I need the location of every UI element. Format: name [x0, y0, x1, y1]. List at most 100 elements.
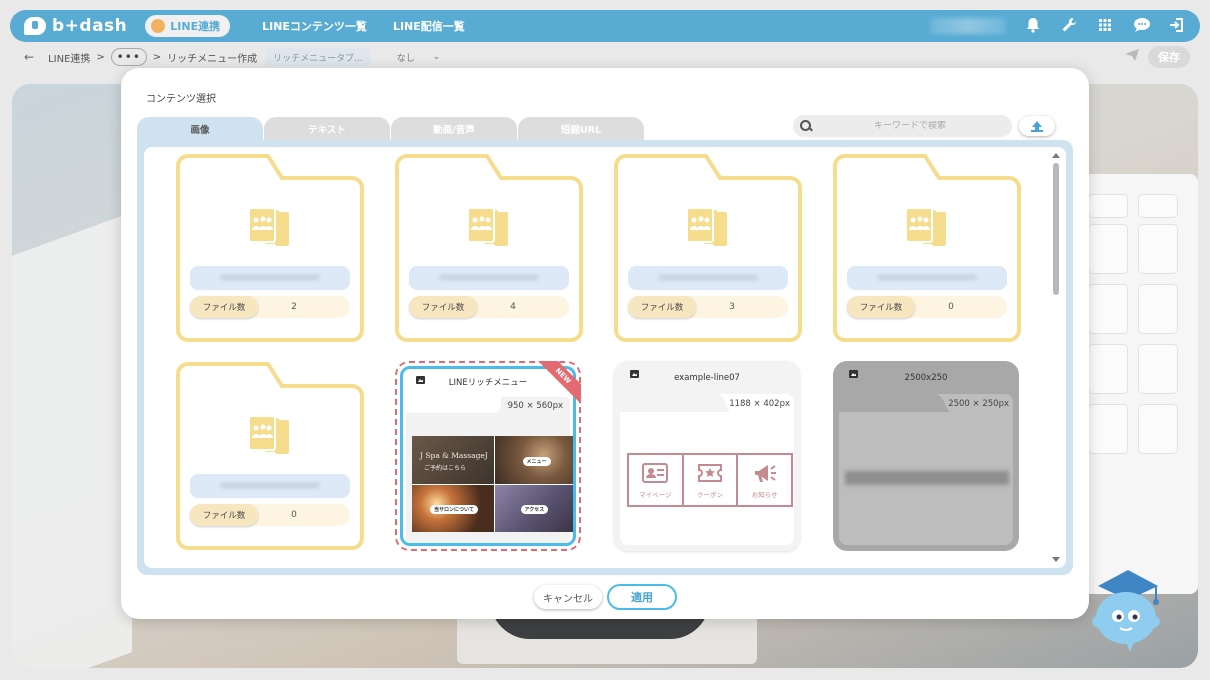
line-pill-label: LINE連携	[170, 20, 221, 33]
file-count-label: ファイル数	[628, 296, 696, 318]
image-title: example-line07	[674, 373, 740, 383]
tab-short-url[interactable]: 短縮URL	[518, 117, 644, 140]
image-folder-icon	[686, 207, 727, 246]
file-count-label: ファイル数	[190, 504, 258, 526]
keyboard-key	[1088, 404, 1128, 454]
logo-icon	[24, 17, 46, 35]
background-keyboard	[1078, 174, 1198, 594]
chat-icon[interactable]	[1132, 16, 1150, 34]
breadcrumb-more-button[interactable]: •••	[110, 48, 147, 66]
tab-text[interactable]: テキスト	[264, 117, 390, 140]
back-arrow-icon[interactable]: ←	[24, 50, 34, 64]
upload-icon-base	[1031, 130, 1043, 132]
image-card[interactable]: example-line07 1188 × 402px マイページ クーポン お…	[614, 361, 800, 551]
richmenu-preview: マイページ クーポン お知らせ	[627, 453, 793, 507]
image-card[interactable]: 2500x250 2500 × 250px	[833, 361, 1019, 551]
send-icon[interactable]	[1124, 48, 1140, 66]
image-title: LINEリッチメニュー	[448, 378, 528, 388]
tab-video-audio[interactable]: 動画/音声	[391, 117, 517, 140]
image-dimensions: 2500 × 250px	[948, 399, 1009, 409]
file-count-label: ファイル数	[190, 296, 258, 318]
folder-name-blurred	[190, 474, 350, 498]
line-dot-icon	[151, 19, 166, 33]
preview-cell-coupon: クーポン	[684, 455, 739, 505]
preview-photo-candle: 当サロンについて	[412, 484, 494, 532]
search-input[interactable]	[820, 121, 1000, 131]
preview-chip-salon: 当サロンについて	[430, 504, 478, 514]
line-integration-pill[interactable]: LINE連携	[145, 15, 231, 37]
file-count-value: 3	[729, 302, 735, 312]
keyboard-key	[1088, 224, 1128, 274]
file-count-row: ファイル数 3	[628, 296, 788, 318]
preview-photo-menu: メニュー	[494, 436, 573, 484]
top-app-bar: b+dash LINE連携 LINEコンテンツ一覧 LINE配信一覧	[10, 10, 1200, 42]
image-title: 2500x250	[904, 373, 948, 383]
cancel-button[interactable]: キャンセル	[534, 585, 602, 609]
file-count-value: 2	[291, 302, 297, 312]
app-logo[interactable]: b+dash	[24, 16, 127, 36]
preview-tab-notch	[620, 394, 730, 412]
mascot-icon[interactable]	[1088, 566, 1162, 656]
folder-card[interactable]: ファイル数 3	[614, 154, 802, 342]
search-box[interactable]	[793, 115, 1012, 137]
breadcrumb-line-integration[interactable]: LINE連携	[48, 50, 90, 65]
image-folder-icon	[248, 415, 289, 454]
preview-tab-notch	[406, 397, 501, 413]
logout-icon[interactable]	[1168, 16, 1186, 34]
blurred-preview	[845, 471, 1009, 485]
folder-name-blurred	[628, 266, 788, 290]
scroll-thumb[interactable]	[1053, 163, 1059, 295]
nav-line-contents[interactable]: LINEコンテンツ一覧	[262, 18, 367, 34]
select-value[interactable]: なし	[397, 51, 415, 64]
breadcrumb-separator: >	[96, 51, 105, 63]
scroll-down-arrow-icon[interactable]	[1052, 557, 1060, 562]
image-folder-icon	[248, 207, 289, 246]
save-button[interactable]: 保存	[1148, 46, 1190, 68]
tab-image[interactable]: 画像	[137, 117, 263, 140]
preview-photo-spa: J Spa & MassageJ ご予約はこちら	[412, 436, 494, 484]
content-select-modal: コンテンツ選択 画像 テキスト 動画/音声 短縮URL ファイル数 2	[121, 68, 1089, 619]
upload-button[interactable]	[1019, 116, 1055, 136]
coupon-icon	[698, 464, 722, 482]
folder-card[interactable]: ファイル数 0	[833, 154, 1021, 342]
keyboard-key	[1088, 194, 1128, 218]
preview-cell-mypage: マイページ	[629, 455, 684, 505]
file-count-row: ファイル数 0	[190, 504, 350, 526]
folder-card[interactable]: ファイル数 4	[395, 154, 583, 342]
breadcrumb: ← LINE連携 > ••• > リッチメニュー作成 リッチメニュータブ... …	[10, 44, 1200, 70]
image-folder-icon	[467, 207, 508, 246]
folder-card[interactable]: ファイル数 0	[176, 362, 364, 550]
scroll-up-arrow-icon[interactable]	[1052, 153, 1060, 158]
folder-name-blurred	[190, 266, 350, 290]
image-dimensions: 950 × 560px	[507, 401, 563, 411]
breadcrumb-current: リッチメニュー作成	[167, 53, 258, 65]
preview-cell-label: お知らせ	[751, 491, 778, 499]
keyboard-key	[1138, 404, 1178, 454]
upload-icon	[1032, 121, 1042, 130]
id-card-icon	[642, 463, 669, 483]
richmenu-preview: J Spa & MassageJ ご予約はこちら メニュー 当サロンについて ア…	[412, 436, 573, 532]
folder-name-blurred	[847, 266, 1007, 290]
richmenu-type-pill[interactable]: リッチメニュータブ...	[265, 48, 371, 66]
image-folder-icon	[905, 207, 946, 246]
apply-button[interactable]: 適用	[607, 584, 677, 610]
preview-photo-lavender: アクセス	[494, 484, 573, 532]
grid-icon[interactable]	[1096, 16, 1114, 34]
modal-title: コンテンツ選択	[146, 94, 216, 105]
vertical-scrollbar[interactable]	[1052, 153, 1060, 562]
nav-line-deliveries[interactable]: LINE配信一覧	[393, 18, 465, 34]
content-grid[interactable]: ファイル数 2 ファイル数 4 ファイル数 3 ファイル数 0 ファイル数 0 …	[144, 147, 1066, 568]
preview-chip-access: アクセス	[520, 504, 549, 514]
background-notebook	[12, 212, 132, 668]
bell-icon[interactable]	[1024, 16, 1042, 34]
chevron-down-icon[interactable]: ⌄	[433, 52, 441, 62]
wrench-icon[interactable]	[1060, 16, 1078, 34]
file-count-value: 0	[291, 510, 297, 520]
file-count-label: ファイル数	[847, 296, 915, 318]
keyboard-key	[1138, 224, 1178, 274]
keyboard-key	[1138, 284, 1178, 334]
folder-card[interactable]: ファイル数 2	[176, 154, 364, 342]
file-count-label: ファイル数	[409, 296, 477, 318]
image-card-selected[interactable]: LINEリッチメニュー 950 × 560px J Spa & MassageJ…	[395, 361, 581, 551]
file-count-row: ファイル数 4	[409, 296, 569, 318]
